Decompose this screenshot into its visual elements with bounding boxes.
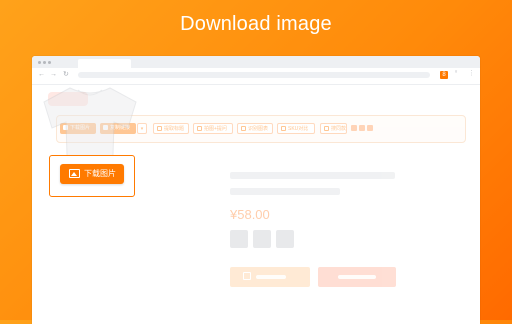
toolbar-sku-compare-button[interactable]: SKU对比 [277,123,315,134]
thumbnail-swatch[interactable] [359,125,365,131]
window-dot-icon[interactable] [38,61,41,64]
slide-background: { "headline": "Download image", "browser… [0,0,512,324]
add-to-cart-label-placeholder [256,275,286,279]
product-subtitle-line [230,188,340,195]
buy-now-button[interactable] [318,267,396,287]
image-icon [69,169,80,178]
camera-icon [197,126,202,132]
window-dot-icon[interactable] [48,61,51,64]
product-price: ¥58.00 [230,207,270,222]
tab-bar [32,56,480,68]
chevron-down-icon: ▾ [140,126,144,132]
toolbar-recognize-table-button[interactable]: 识别图表 [237,123,273,134]
thumbnail-swatch[interactable] [351,125,357,131]
sku-option[interactable] [230,230,248,248]
compare-icon [281,126,286,132]
reload-icon[interactable]: ↻ [63,70,69,80]
menu-icon[interactable]: ⋮ [468,69,475,77]
toolbar-search-similar-button[interactable]: 搜同款 [320,123,347,134]
download-image-label: 下载图片 [84,169,116,178]
back-arrow-icon[interactable]: ← [38,70,45,80]
table-icon [241,126,246,132]
rss-icon[interactable]: ʶ [455,70,457,76]
cart-icon [243,272,251,280]
text-icon [157,126,162,132]
add-to-cart-button[interactable] [230,267,310,287]
forward-arrow-icon[interactable]: → [50,70,57,80]
window-dot-icon[interactable] [43,61,46,64]
product-title-line [230,172,395,179]
sku-option[interactable] [276,230,294,248]
extension-icon[interactable]: 8 [440,71,448,79]
download-image-button[interactable]: 下载图片 [60,164,124,184]
thumbnail-swatch[interactable] [367,125,373,131]
toolbar-extract-title-button[interactable]: 提取标题 [153,123,189,134]
headline: Download image [180,13,332,35]
search-icon [324,126,329,132]
browser-tab[interactable] [78,59,131,68]
sku-option[interactable] [253,230,271,248]
address-bar[interactable] [78,72,430,78]
toolbar-photo-question-button[interactable]: 拍图+提问 [193,123,233,134]
buy-now-label-placeholder [338,275,376,279]
